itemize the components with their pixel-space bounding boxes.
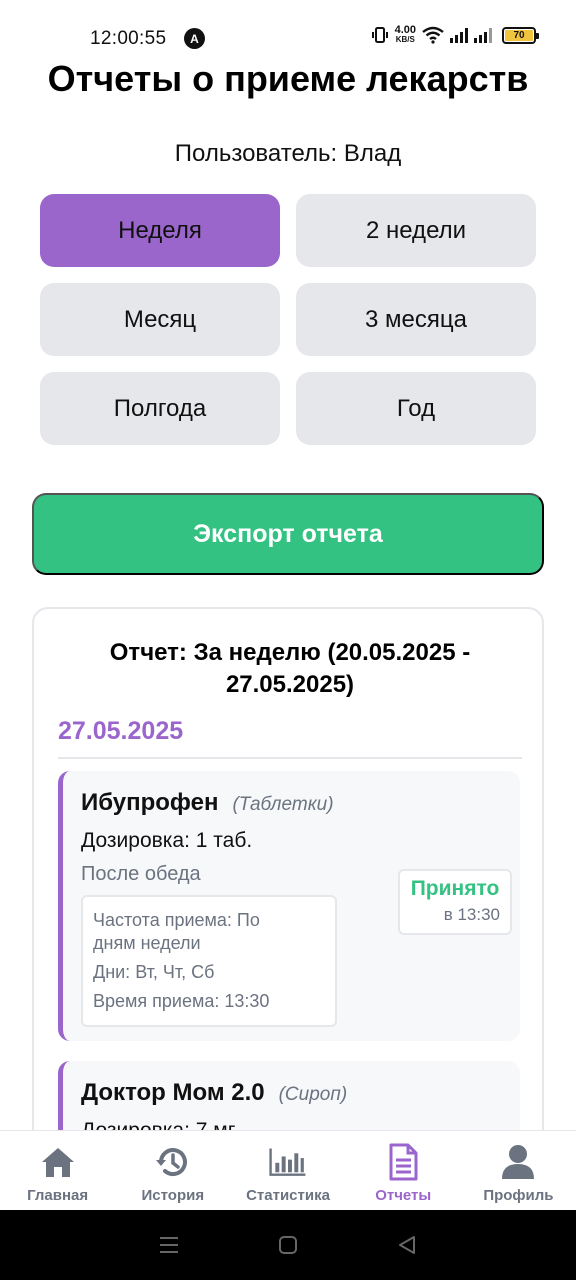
medication-form: (Сироп) (278, 1084, 348, 1105)
intake-status-label: Принято (410, 877, 500, 900)
signal-icon-2 (474, 27, 492, 43)
nav-item-statistics[interactable]: Статистика (230, 1131, 345, 1210)
user-icon (502, 1145, 535, 1179)
network-speed-unit: KB/S (395, 35, 415, 44)
battery-icon: 70 (502, 26, 539, 44)
medication-form: (Таблетки) (232, 794, 334, 815)
period-button-3-months[interactable]: 3 месяца (296, 283, 536, 356)
medication-note: После обеда (81, 863, 201, 885)
medication-header: Ибупрофен (Таблетки) (81, 789, 334, 817)
nav-label-history: История (141, 1187, 205, 1204)
schedule-days: Дни: Вт, Чт, Сб (93, 962, 215, 982)
medication-dose: Дозировка: 1 таб. (81, 829, 253, 852)
back-icon[interactable] (396, 1234, 418, 1256)
period-selector: Неделя 2 недели Месяц 3 месяца Полгода Г… (40, 194, 536, 445)
system-navigation-bar (0, 1210, 576, 1280)
nav-label-profile: Профиль (483, 1187, 554, 1204)
home-button-icon[interactable] (277, 1234, 299, 1256)
app-notification-icon: A (184, 28, 205, 49)
report-date-heading: 27.05.2025 (58, 717, 184, 745)
document-icon (389, 1143, 418, 1181)
schedule-time: Время приема: 13:30 (93, 991, 270, 1011)
report-title-line-2: 27.05.2025) (225, 671, 355, 698)
signal-icon (450, 27, 468, 43)
bottom-navigation: Главная История Статистика Отчеты Профил… (0, 1130, 576, 1210)
user-label: Пользователь: Влад (174, 140, 402, 167)
nav-label-statistics: Статистика (246, 1187, 330, 1204)
export-report-button[interactable]: Экспорт отчета (32, 493, 544, 575)
chart-icon (269, 1148, 306, 1176)
nav-item-profile[interactable]: Профиль (461, 1131, 576, 1210)
intake-status-time: в 13:30 (443, 905, 500, 924)
status-time: 12:00:55 (90, 28, 167, 49)
battery-level: 70 (505, 29, 533, 41)
period-button-year[interactable]: Год (296, 372, 536, 445)
schedule-details: Частота приема: По дням недели Дни: Вт, … (81, 895, 337, 1027)
network-speed: 4.00 KB/S (394, 24, 416, 45)
schedule-frequency-line-1: Частота приема: По (93, 910, 260, 930)
nav-item-reports[interactable]: Отчеты (346, 1131, 461, 1210)
page-title: Отчеты о приеме лекарств (47, 58, 529, 99)
menu-icon[interactable] (158, 1234, 180, 1256)
status-bar: 12:00:55 A 4.00 KB/S 70 (0, 0, 576, 60)
nav-label-home: Главная (27, 1187, 89, 1204)
schedule-frequency-line-2: дням недели (93, 933, 201, 953)
report-title: Отчет: За неделю (20.05.2025 - 27.05.202… (54, 637, 526, 701)
report-title-line-1: Отчет: За неделю (20.05.2025 - (109, 639, 471, 666)
period-button-month[interactable]: Месяц (40, 283, 280, 356)
medication-header: Доктор Мом 2.0 (Сироп) (81, 1079, 347, 1107)
home-icon (41, 1148, 74, 1177)
wifi-icon (422, 26, 444, 44)
divider (58, 757, 522, 759)
network-speed-value: 4.00 (394, 24, 416, 36)
status-indicators: 4.00 KB/S 70 (371, 24, 539, 45)
intake-status: Принято в 13:30 (398, 869, 512, 935)
nav-label-reports: Отчеты (375, 1187, 432, 1204)
vibrate-icon (371, 27, 388, 43)
medication-name: Ибупрофен (81, 789, 219, 816)
period-button-2-weeks[interactable]: 2 недели (296, 194, 536, 267)
period-button-half-year[interactable]: Полгода (40, 372, 280, 445)
history-icon (155, 1148, 187, 1177)
medication-name: Доктор Мом 2.0 (81, 1079, 265, 1106)
schedule-frequency: Частота приема: По дням недели (93, 909, 325, 955)
period-button-week[interactable]: Неделя (40, 194, 280, 267)
nav-item-history[interactable]: История (115, 1131, 230, 1210)
medication-card[interactable]: Ибупрофен (Таблетки) Дозировка: 1 таб. П… (58, 771, 520, 1041)
nav-item-home[interactable]: Главная (0, 1131, 115, 1210)
